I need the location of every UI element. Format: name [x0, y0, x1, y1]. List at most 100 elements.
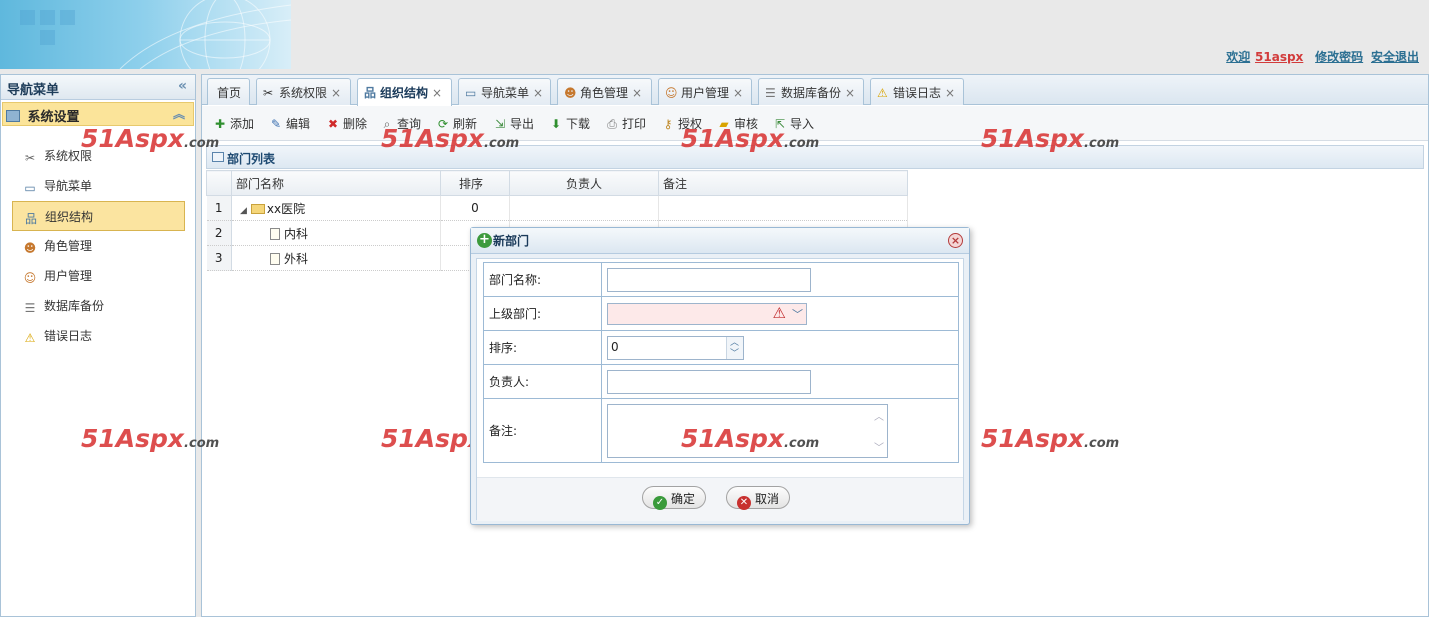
username-link[interactable]: 51aspx [1255, 50, 1303, 64]
confirm-button[interactable]: ✓ 确定 [642, 486, 707, 510]
row-number: 2 [206, 220, 232, 246]
search-icon: ⌕ [383, 117, 391, 131]
change-password-link[interactable]: 修改密码 [1315, 50, 1363, 64]
scroll-down-icon[interactable]: ﹀ [874, 439, 884, 454]
export-button[interactable]: ⇲ 导出 [492, 115, 534, 132]
tab-nav-menu[interactable]: ▭ 导航菜单 × [458, 78, 551, 105]
delete-label: 删除 [343, 117, 368, 131]
sidebar-item-error-log[interactable]: ⚠ 错误日志 [12, 321, 185, 351]
check-icon: ✓ [653, 496, 667, 510]
tree-expand-icon[interactable]: ◢ [240, 206, 247, 216]
refresh-button[interactable]: ⟳ 刷新 [435, 115, 477, 132]
sidebar-item-roles[interactable]: ☻ 角色管理 [12, 231, 185, 261]
column-header-name[interactable]: 部门名称 [231, 170, 441, 196]
delete-icon: ✖ [327, 117, 339, 131]
close-icon[interactable]: × [733, 86, 743, 100]
sort-cell: 0 [440, 195, 510, 221]
chevron-down-icon[interactable]: ﹀ [792, 306, 803, 322]
authorize-label: 授权 [678, 117, 703, 131]
note-label: 备注: [483, 398, 602, 463]
cancel-button[interactable]: ✕ 取消 [726, 486, 791, 510]
tab-users[interactable]: ☺ 用户管理 × [658, 78, 752, 105]
tab-roles[interactable]: ☻ 角色管理 × [557, 78, 652, 105]
sidebar-item-db-backup[interactable]: ☰ 数据库备份 [12, 291, 185, 321]
new-department-dialog: + 新部门 × 部门名称: 上级部门: ⚠ ﹀ 排序: 0 ︿ ﹀ 负责人: 备… [470, 227, 970, 525]
import-label: 导入 [790, 117, 815, 131]
sidebar-item-label: 用户管理 [44, 269, 93, 283]
app-root: 欢迎 51aspx 修改密码 安全退出 导航菜单 « 系统设置 ︽ ✂ 系统权限 … [0, 0, 1429, 617]
sidebar-item-users[interactable]: ☺ 用户管理 [12, 261, 185, 291]
dialog-title: 新部门 [493, 234, 530, 248]
chevron-up-icon[interactable]: ︽ [173, 105, 185, 122]
manager-input[interactable] [607, 369, 811, 394]
grid-header-row: 部门名称 排序 负责人 备注 [206, 170, 908, 196]
sidebar-item-label: 数据库备份 [44, 299, 105, 313]
close-icon[interactable]: × [945, 86, 955, 100]
tab-permissions[interactable]: ✂ 系统权限 × [256, 78, 351, 105]
dept-name: 外科 [284, 251, 309, 266]
nav-header: 导航菜单 « [1, 75, 195, 100]
parent-department-select[interactable]: ⚠ ﹀ [607, 302, 807, 325]
note-textarea[interactable]: ︿ ﹀ [607, 403, 888, 458]
quantity-stepper[interactable]: ︿ ﹀ [726, 336, 743, 359]
nav-group-system-settings[interactable]: 系统设置 ︽ [2, 102, 194, 126]
cancel-label: 取消 [755, 492, 780, 506]
form-row-note: 备注: ︿ ﹀ [483, 398, 959, 463]
close-icon[interactable]: × [845, 86, 855, 100]
tab-label: 系统权限 [279, 86, 328, 100]
form-row-sort: 排序: 0 ︿ ﹀ [483, 330, 959, 365]
chevron-down-icon[interactable]: ﹀ [730, 346, 739, 359]
close-icon[interactable]: × [331, 86, 341, 100]
scroll-up-icon[interactable]: ︿ [874, 408, 884, 423]
tab-db-backup[interactable]: ☰ 数据库备份 × [758, 78, 864, 105]
dept-name: 内科 [284, 226, 309, 241]
tab-label: 导航菜单 [481, 86, 530, 100]
close-icon[interactable]: × [533, 86, 543, 100]
audit-button[interactable]: ▰ 审核 [716, 115, 758, 132]
sidebar-item-permissions[interactable]: ✂ 系统权限 [12, 141, 185, 171]
add-label: 添加 [230, 117, 255, 131]
header-banner: 欢迎 51aspx 修改密码 安全退出 [0, 0, 1429, 69]
dialog-body: 部门名称: 上级部门: ⚠ ﹀ 排序: 0 ︿ ﹀ 负责人: 备注: ︿ ﹀ ✓… [476, 258, 964, 521]
authorize-button[interactable]: ⚷ 授权 [660, 115, 702, 132]
sidebar-item-label: 导航菜单 [44, 179, 93, 193]
import-icon: ⇱ [774, 117, 786, 131]
database-icon: ☰ [24, 301, 36, 315]
sidebar-item-label: 系统权限 [44, 149, 93, 163]
department-name-input[interactable] [607, 267, 811, 292]
tab-org-structure[interactable]: 品组织结构 × [357, 78, 452, 106]
add-button[interactable]: ✚ 添加 [212, 115, 254, 132]
column-header-manager[interactable]: 负责人 [509, 170, 659, 196]
database-icon: ☰ [765, 86, 776, 100]
sidebar-item-org-structure[interactable]: 品组织结构 [12, 201, 185, 231]
window-icon: ▭ [24, 181, 36, 195]
sidebar-item-nav-menu[interactable]: ▭ 导航菜单 [12, 171, 185, 201]
tab-home[interactable]: 首页 [207, 78, 250, 105]
navigation-panel: 导航菜单 « 系统设置 ︽ ✂ 系统权限 ▭ 导航菜单 品组织结构 ☻ 角色管理 ☺ 用… [0, 74, 196, 617]
logout-link[interactable]: 安全退出 [1371, 50, 1419, 64]
file-icon [270, 227, 280, 240]
edit-button[interactable]: ✎ 编辑 [268, 115, 310, 132]
delete-button[interactable]: ✖ 删除 [325, 115, 367, 132]
sidebar-item-label: 角色管理 [44, 239, 93, 253]
double-chevron-left-icon[interactable]: « [178, 78, 187, 94]
warning-icon: ⚠ [772, 303, 786, 322]
tab-label: 角色管理 [580, 86, 629, 100]
print-button[interactable]: ⎙ 打印 [604, 115, 646, 132]
column-header-note[interactable]: 备注 [658, 170, 908, 196]
close-icon[interactable]: × [948, 233, 963, 248]
download-button[interactable]: ⬇ 下载 [548, 115, 590, 132]
tab-error-log[interactable]: ⚠ 错误日志 × [870, 78, 964, 105]
import-button[interactable]: ⇱ 导入 [772, 115, 814, 132]
tools-icon: ✂ [263, 86, 274, 100]
column-header-sort[interactable]: 排序 [440, 170, 510, 196]
close-icon[interactable]: × [632, 86, 642, 100]
close-icon[interactable]: × [432, 86, 442, 100]
audit-label: 审核 [734, 117, 759, 131]
query-button[interactable]: ⌕ 查询 [379, 115, 421, 132]
tab-bar: 首页 ✂ 系统权限 × 品组织结构 × ▭ 导航菜单 × ☻ 角色管理 × ☺ 用户管理 × ☰ 数… [202, 75, 1428, 106]
sort-value: 0 [611, 339, 619, 354]
table-row[interactable]: 1 ◢ xx医院 0 [206, 195, 908, 221]
sort-number-input[interactable]: 0 ︿ ﹀ [607, 335, 744, 360]
refresh-icon: ⟳ [437, 117, 449, 131]
